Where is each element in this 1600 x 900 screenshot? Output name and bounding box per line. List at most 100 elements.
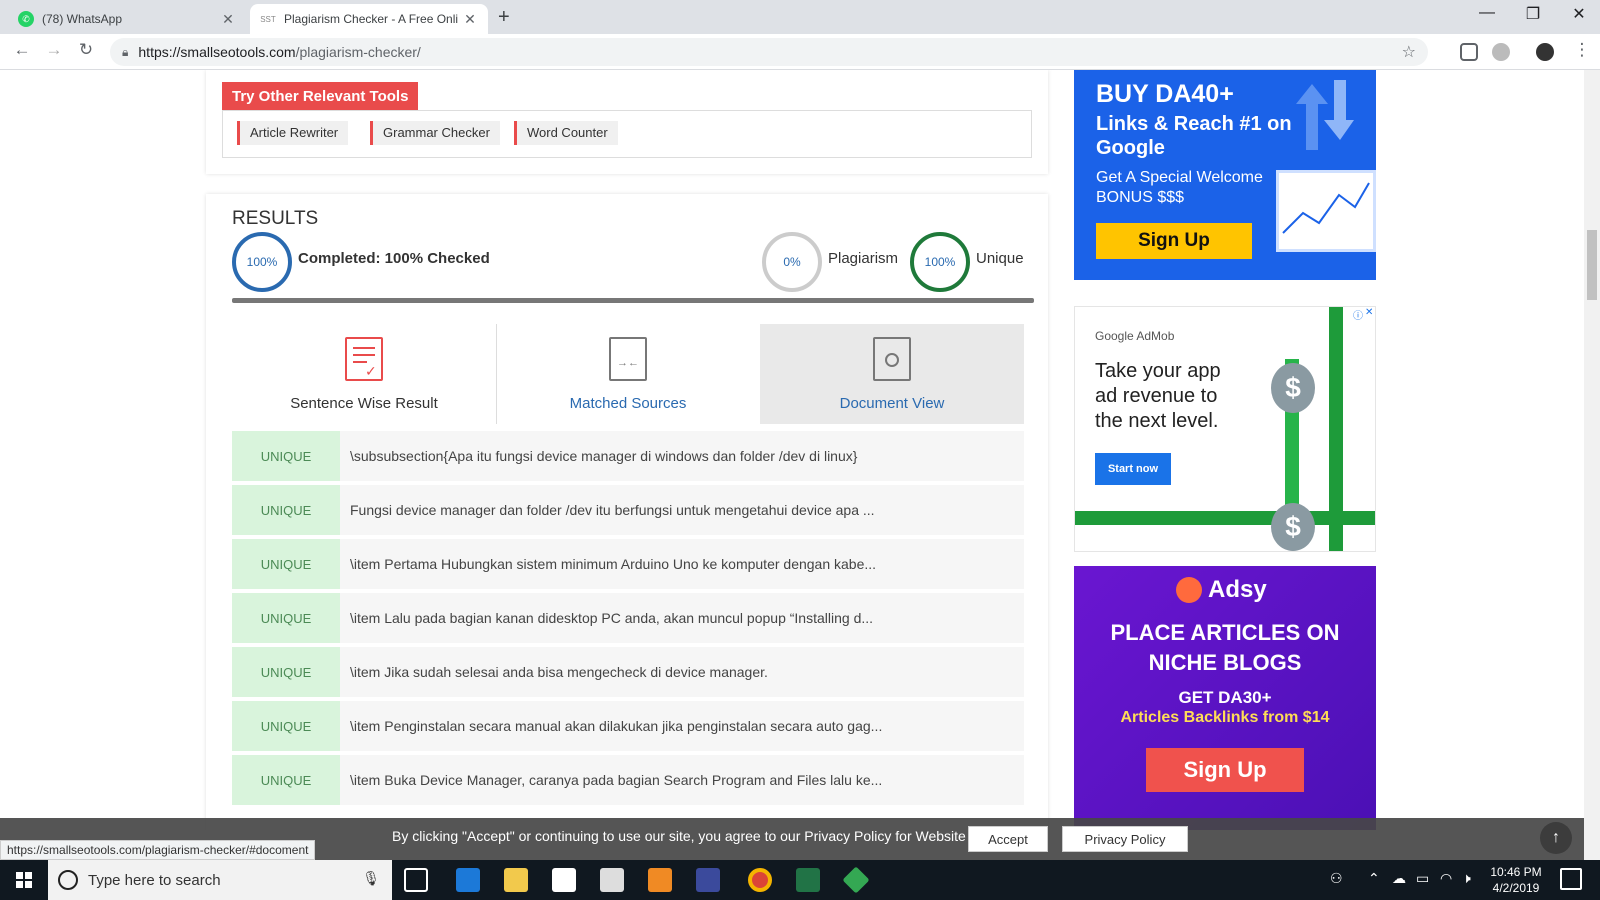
notification-center-icon[interactable] bbox=[1560, 868, 1582, 890]
taskbar-search-input[interactable]: Type here to search 🎙︎ bbox=[48, 860, 392, 900]
tab-document-view[interactable]: Document View bbox=[760, 324, 1024, 424]
ad-buy-da40[interactable]: BUY DA40+ Links & Reach #1 on Google Get… bbox=[1074, 70, 1376, 280]
tool-word-counter[interactable]: Word Counter bbox=[514, 121, 618, 145]
onedrive-icon[interactable]: ☁ bbox=[1392, 870, 1406, 887]
whatsapp-icon: ✆ bbox=[18, 11, 34, 27]
volume-muted-icon[interactable]: 🕨︎ bbox=[1462, 870, 1471, 887]
lock-icon: 🔒︎ bbox=[122, 44, 129, 59]
ad-subheadline: Links & Reach #1 on Google bbox=[1096, 113, 1292, 159]
tool-grammar-checker[interactable]: Grammar Checker bbox=[370, 121, 500, 145]
accept-button[interactable]: Accept bbox=[968, 826, 1048, 852]
forward-icon[interactable]: → bbox=[42, 40, 66, 60]
document-compare-icon: →← bbox=[609, 337, 647, 381]
ad-brand: Google AdMob bbox=[1095, 329, 1175, 343]
tab-sentence-wise-result[interactable]: ✓ Sentence Wise Result bbox=[232, 324, 496, 424]
address-bar[interactable]: 🔒︎ https://smallseotools.com/plagiarism-… bbox=[110, 38, 1428, 66]
scroll-to-top-icon[interactable]: ↑ bbox=[1540, 822, 1572, 854]
tab-matched-sources[interactable]: →← Matched Sources bbox=[496, 324, 760, 424]
adsy-logo-icon bbox=[1176, 577, 1202, 603]
sentence-text: \item Jika sudah selesai anda bisa menge… bbox=[350, 664, 768, 680]
tools-heading: Try Other Relevant Tools bbox=[222, 82, 419, 111]
ad-adsy[interactable]: Adsy PLACE ARTICLES ON NICHE BLOGS GET D… bbox=[1074, 566, 1376, 830]
url-host: https://smallseotools.com bbox=[138, 44, 296, 60]
ad-offer-text: Articles Backlinks from $14 bbox=[1120, 709, 1330, 726]
tab-label: Matched Sources bbox=[569, 395, 687, 412]
unique-badge: UNIQUE bbox=[232, 647, 340, 697]
globe-extension-icon[interactable] bbox=[1492, 43, 1510, 61]
unique-badge: UNIQUE bbox=[232, 431, 340, 481]
result-row[interactable]: UNIQUE \item Lalu pada bagian kanan dide… bbox=[232, 593, 1024, 643]
store-icon[interactable] bbox=[552, 868, 576, 892]
tab-whatsapp[interactable]: ✆ (78) WhatsApp ✕ bbox=[8, 4, 246, 34]
vertical-scrollbar[interactable] bbox=[1584, 70, 1600, 860]
ad-google-admob[interactable]: Google AdMob Take your app ad revenue to… bbox=[1074, 306, 1376, 552]
new-tab-icon[interactable]: + bbox=[498, 6, 510, 29]
menu-kebab-icon[interactable]: ⋮ bbox=[1570, 40, 1594, 60]
back-icon[interactable]: ← bbox=[10, 40, 34, 60]
taskbar-clock[interactable]: 10:46 PM 4/2/2019 bbox=[1480, 864, 1552, 896]
tab-plagiarism-checker[interactable]: SST Plagiarism Checker - A Free Onli ✕ bbox=[250, 4, 488, 34]
close-tab-icon[interactable]: ✕ bbox=[462, 11, 478, 28]
task-view-icon[interactable] bbox=[404, 868, 428, 892]
result-row[interactable]: UNIQUE Fungsi device manager dan folder … bbox=[232, 485, 1024, 535]
profile-avatar[interactable] bbox=[1536, 43, 1554, 61]
plagiarism-label: Plagiarism bbox=[828, 250, 899, 267]
bookmark-star-icon[interactable]: ☆ bbox=[1402, 42, 1416, 62]
ad-info-icon[interactable]: ⓘ bbox=[1353, 307, 1365, 322]
scrollbar-thumb[interactable] bbox=[1587, 230, 1597, 300]
restore-icon[interactable]: ❐ bbox=[1510, 4, 1556, 24]
sentence-text: \item Buka Device Manager, caranya pada … bbox=[350, 772, 883, 788]
result-row[interactable]: UNIQUE \item Pertama Hubungkan sistem mi… bbox=[232, 539, 1024, 589]
sentence-text: \item Lalu pada bagian kanan didesktop P… bbox=[350, 610, 874, 626]
excel-icon[interactable] bbox=[796, 868, 820, 892]
completed-circle: 100% bbox=[232, 232, 292, 292]
ad-close-icon[interactable]: ✕ bbox=[1365, 307, 1375, 319]
ad-signup-button[interactable]: Sign Up bbox=[1096, 223, 1252, 259]
file-explorer-icon[interactable] bbox=[504, 868, 528, 892]
sst-favicon-icon: SST bbox=[260, 14, 276, 24]
microphone-icon[interactable]: 🎙︎ bbox=[362, 870, 380, 887]
visual-studio-icon[interactable] bbox=[696, 868, 720, 892]
close-window-icon[interactable]: ✕ bbox=[1556, 4, 1600, 24]
unique-badge: UNIQUE bbox=[232, 701, 340, 751]
status-bar-url: https://smallseotools.com/plagiarism-che… bbox=[0, 840, 316, 860]
tab-label: Sentence Wise Result bbox=[290, 395, 438, 412]
battery-icon[interactable]: ▭ bbox=[1416, 870, 1429, 887]
git-icon[interactable] bbox=[842, 866, 870, 894]
close-tab-icon[interactable]: ✕ bbox=[220, 11, 236, 28]
unique-badge: UNIQUE bbox=[232, 593, 340, 643]
tool-article-rewriter[interactable]: Article Rewriter bbox=[237, 121, 349, 145]
result-row[interactable]: UNIQUE \item Buka Device Manager, carany… bbox=[232, 755, 1024, 805]
results-title: RESULTS bbox=[232, 208, 319, 229]
result-row[interactable]: UNIQUE \item Penginstalan secara manual … bbox=[232, 701, 1024, 751]
ad-headline: Take your app ad revenue to the next lev… bbox=[1095, 360, 1221, 432]
wifi-icon[interactable]: ◠ bbox=[1440, 870, 1452, 887]
ad-green-bar bbox=[1075, 511, 1375, 525]
completion-progress-bar bbox=[232, 298, 1034, 303]
document-check-icon: ✓ bbox=[345, 337, 383, 381]
sentence-text: Fungsi device manager dan folder /dev it… bbox=[350, 502, 875, 518]
reload-icon[interactable]: ↻ bbox=[74, 40, 98, 60]
result-row[interactable]: UNIQUE \subsubsection{Apa itu fungsi dev… bbox=[232, 431, 1024, 481]
sublime-text-icon[interactable] bbox=[648, 868, 672, 892]
people-icon[interactable]: ⚇ bbox=[1330, 870, 1343, 887]
chrome-icon[interactable] bbox=[748, 868, 772, 892]
windows-taskbar: Type here to search 🎙︎ ⚇ ⌃ ☁ ▭ ◠ 🕨︎ 10:4… bbox=[0, 860, 1600, 900]
privacy-policy-button[interactable]: Privacy Policy bbox=[1062, 826, 1188, 852]
tab-title: (78) WhatsApp bbox=[42, 12, 123, 26]
ad-subheadline: GET DA30+ bbox=[1178, 688, 1272, 707]
result-row[interactable]: UNIQUE \item Jika sudah selesai anda bis… bbox=[232, 647, 1024, 697]
ad-start-now-button[interactable]: Start now bbox=[1095, 453, 1171, 485]
clock-date: 4/2/2019 bbox=[1492, 881, 1540, 895]
ad-signup-button[interactable]: Sign Up bbox=[1146, 748, 1304, 792]
money-bag-icon: $ bbox=[1271, 363, 1315, 413]
tray-chevron-icon[interactable]: ⌃ bbox=[1368, 870, 1380, 887]
windows-start-icon[interactable] bbox=[0, 860, 48, 900]
unique-circle: 100% bbox=[910, 232, 970, 292]
edge-icon[interactable] bbox=[456, 868, 480, 892]
mail-icon[interactable] bbox=[600, 868, 624, 892]
unique-badge: UNIQUE bbox=[232, 755, 340, 805]
document-search-icon bbox=[873, 337, 911, 381]
extension-icon[interactable] bbox=[1460, 43, 1478, 61]
minimize-icon[interactable]: — bbox=[1464, 4, 1510, 22]
